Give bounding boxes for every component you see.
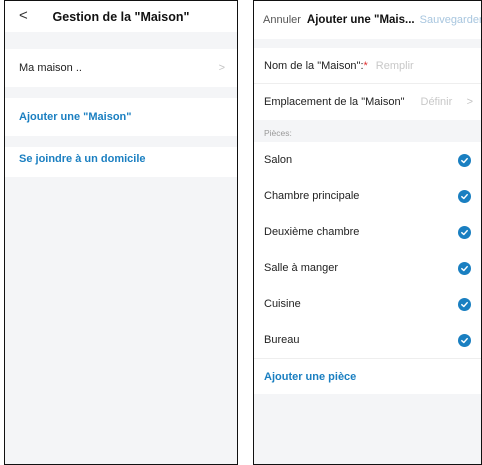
home-name-input[interactable]: Remplir: [376, 60, 414, 72]
checkmark-icon[interactable]: [458, 333, 471, 347]
checkmark-icon[interactable]: [458, 153, 471, 167]
room-label: Chambre principale: [264, 190, 360, 202]
home-name-field[interactable]: Nom de la "Maison": * Remplir: [254, 48, 481, 84]
checkmark-icon[interactable]: [458, 261, 471, 275]
room-label: Bureau: [264, 334, 300, 346]
back-icon[interactable]: <: [19, 6, 28, 26]
cancel-button[interactable]: Annuler: [263, 14, 301, 26]
home-item-label: Ma maison ..: [19, 62, 82, 74]
header: < Gestion de la "Maison": [5, 1, 237, 32]
room-label: Cuisine: [264, 298, 301, 310]
home-location-field[interactable]: Emplacement de la "Maison" Définir >: [254, 84, 481, 120]
rooms-section-label: Pièces:: [254, 120, 481, 142]
room-item[interactable]: Salle à manger: [254, 250, 481, 286]
required-marker: *: [363, 59, 368, 72]
room-item[interactable]: Salon: [254, 142, 481, 178]
add-room-label: Ajouter une pièce: [264, 370, 357, 383]
room-item[interactable]: Deuxième chambre: [254, 214, 481, 250]
save-button[interactable]: Sauvegarder: [420, 14, 481, 26]
checkmark-icon[interactable]: [458, 189, 471, 203]
page-title: Ajouter une "Mais...: [306, 14, 415, 26]
room-label: Salle à manger: [264, 262, 338, 274]
add-home-button[interactable]: Ajouter une "Maison": [5, 98, 237, 136]
room-item[interactable]: Bureau: [254, 322, 481, 358]
home-item[interactable]: Ma maison .. >: [5, 49, 237, 87]
add-room-button[interactable]: Ajouter une pièce: [254, 358, 481, 394]
join-home-button[interactable]: Se joindre à un domicile: [5, 147, 237, 177]
room-label: Salon: [264, 154, 293, 166]
checkmark-icon[interactable]: [458, 225, 471, 239]
add-home-screen: Annuler Ajouter une "Mais... Sauvegarder…: [253, 0, 482, 465]
header: Annuler Ajouter une "Mais... Sauvegarder: [254, 1, 481, 39]
home-location-label: Emplacement de la "Maison": [264, 96, 405, 108]
chevron-right-icon: >: [218, 62, 225, 74]
join-home-label: Se joindre à un domicile: [19, 153, 146, 165]
chevron-right-icon: >: [466, 96, 473, 108]
home-location-value: Définir: [420, 96, 453, 108]
home-name-label: Nom de la "Maison":: [264, 59, 364, 72]
checkmark-icon[interactable]: [458, 297, 471, 311]
room-label: Deuxième chambre: [264, 226, 360, 238]
page-title: Gestion de la "Maison": [52, 9, 190, 24]
add-home-label: Ajouter une "Maison": [19, 111, 132, 123]
room-item[interactable]: Cuisine: [254, 286, 481, 322]
home-management-screen: < Gestion de la "Maison" Ma maison .. > …: [4, 0, 238, 465]
room-item[interactable]: Chambre principale: [254, 178, 481, 214]
